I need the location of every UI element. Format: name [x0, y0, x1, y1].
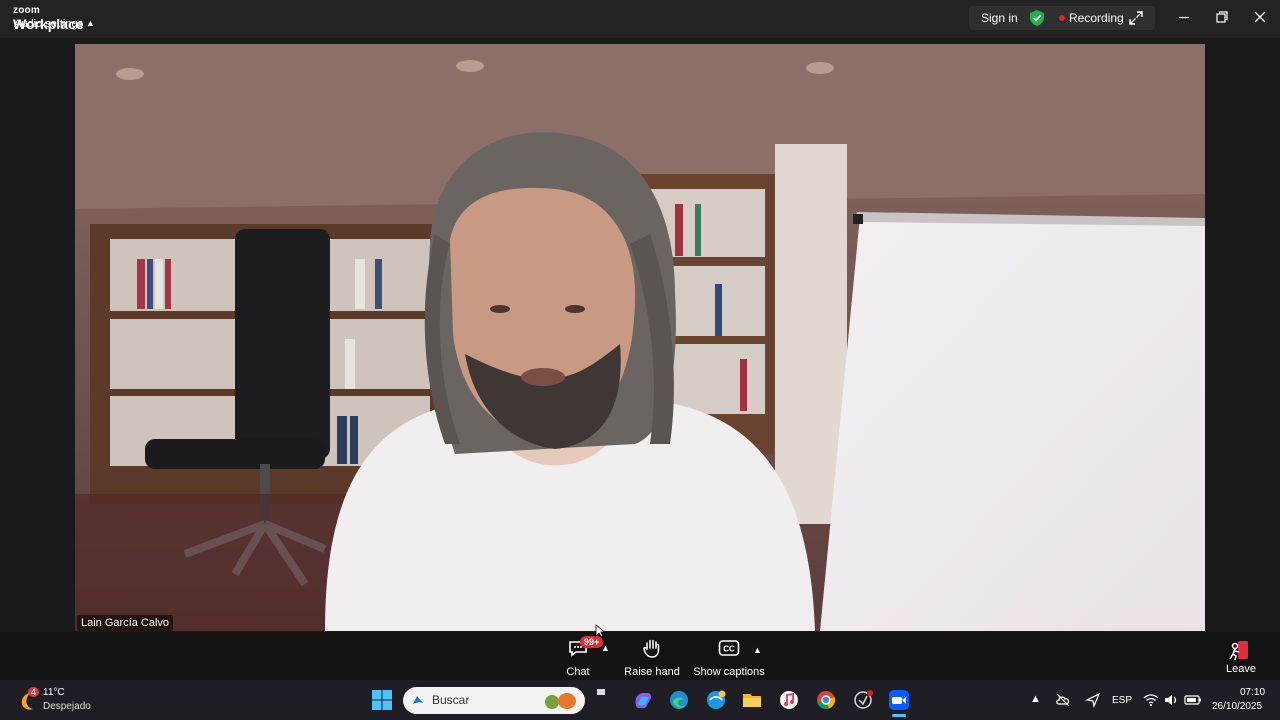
- chat-label: Chat: [566, 666, 590, 678]
- recording-dot-icon: [1059, 15, 1065, 21]
- search-placeholder[interactable]: Buscar: [432, 693, 469, 707]
- chrome-icon[interactable]: [815, 689, 837, 711]
- participant-video[interactable]: [75, 44, 1205, 631]
- minimize-icon[interactable]: [1176, 9, 1192, 25]
- audio-settings-button[interactable]: Audio settings: [14, 18, 83, 30]
- battery-icon[interactable]: [1184, 692, 1202, 708]
- raise-hand-button[interactable]: Raise hand: [624, 637, 680, 678]
- zoom-icon[interactable]: [888, 689, 910, 711]
- restore-icon[interactable]: [1214, 9, 1230, 25]
- weather-alert-badge: 4: [28, 687, 40, 697]
- recording-status[interactable]: Recording: [1069, 11, 1124, 25]
- svg-text:CC: CC: [723, 645, 735, 654]
- captions-options-chevron-icon[interactable]: ▲: [753, 645, 762, 655]
- show-captions-button[interactable]: CC Show captions: [693, 637, 765, 678]
- clock-date[interactable]: 26/10/2025: [1212, 701, 1262, 712]
- itunes-icon[interactable]: [778, 689, 800, 711]
- close-icon[interactable]: [1252, 9, 1268, 25]
- cloud-off-icon[interactable]: [1055, 692, 1071, 708]
- search-highlight-icon: [545, 693, 576, 709]
- captions-icon: CC: [718, 640, 740, 656]
- video-area: [0, 38, 1280, 632]
- leave-icon[interactable]: [1227, 640, 1251, 662]
- shield-check-icon[interactable]: [1030, 10, 1044, 26]
- store-icon[interactable]: [705, 689, 727, 711]
- wifi-icon[interactable]: [1143, 692, 1159, 708]
- video-scene: [75, 44, 1205, 631]
- volume-icon[interactable]: [1163, 692, 1179, 708]
- participant-name-tag: Lain García Calvo: [77, 615, 174, 631]
- location-icon[interactable]: [1085, 692, 1101, 708]
- temperature[interactable]: 11°C: [43, 687, 65, 698]
- raise-hand-label: Raise hand: [624, 666, 680, 678]
- title-bar: zoom Workplace Sign in Recording: [0, 0, 1280, 38]
- file-explorer-icon[interactable]: [741, 689, 763, 711]
- chevron-up-icon[interactable]: ▲: [86, 18, 95, 28]
- weather-condition[interactable]: Despejado: [43, 701, 91, 712]
- expand-icon[interactable]: [1129, 11, 1143, 25]
- show-captions-label: Show captions: [693, 666, 765, 678]
- edge-icon[interactable]: [668, 689, 690, 711]
- task-view-icon[interactable]: [596, 688, 606, 698]
- hand-icon: [643, 639, 660, 658]
- search-icon: [413, 696, 423, 704]
- clock-time[interactable]: 07:10: [1240, 687, 1265, 698]
- chat-options-chevron-icon[interactable]: ▲: [601, 643, 610, 653]
- mouse-cursor-icon: [595, 624, 605, 638]
- leave-button[interactable]: Leave: [1226, 663, 1256, 675]
- windows-start-icon[interactable]: [371, 689, 393, 711]
- active-app-indicator: [892, 714, 906, 717]
- accessibility-icon[interactable]: [852, 689, 874, 711]
- copilot-icon[interactable]: [632, 689, 654, 711]
- input-language[interactable]: ESP: [1112, 695, 1132, 706]
- brand-small: zoom: [13, 5, 40, 16]
- sign-in-button[interactable]: Sign in: [981, 11, 1018, 25]
- tray-overflow-chevron-icon[interactable]: ▲: [1030, 693, 1041, 705]
